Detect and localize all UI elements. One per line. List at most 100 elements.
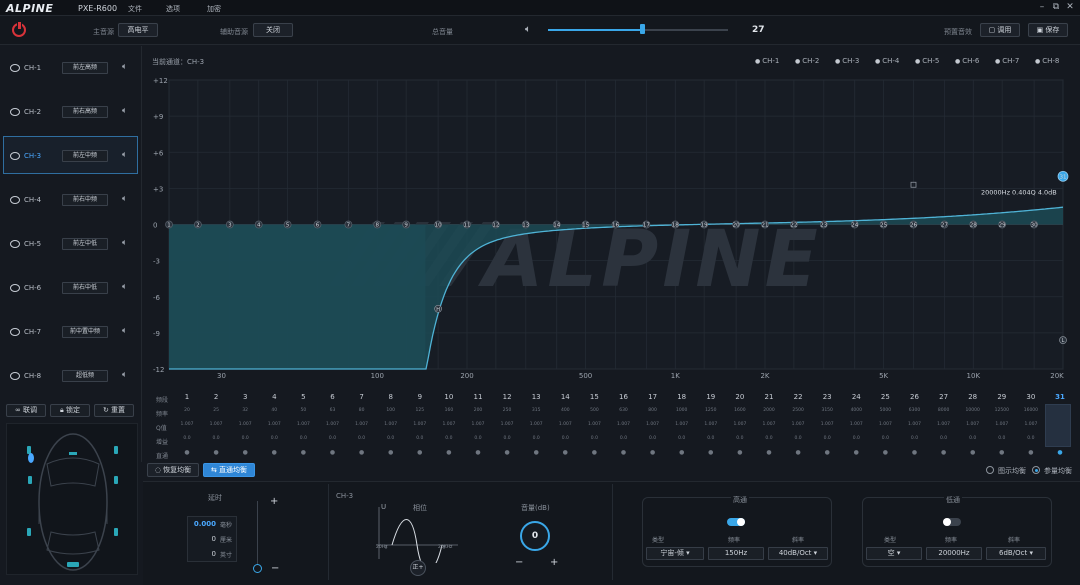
speaker-fl-woofer[interactable]	[28, 476, 32, 484]
band-q[interactable]: 1.007	[553, 422, 577, 427]
restore-icon[interactable]: ⧉	[1050, 2, 1062, 12]
gain-knob[interactable]: 0	[520, 521, 550, 551]
band-gain[interactable]: 0.0	[961, 436, 985, 441]
band-q[interactable]: 1.007	[524, 422, 548, 427]
load-preset-button[interactable]: ▢ 调用	[980, 23, 1020, 37]
band-q[interactable]: 1.007	[670, 422, 694, 427]
band-bypass-dot[interactable]: ●	[437, 449, 461, 456]
speaker-fl-mid[interactable]	[28, 453, 34, 463]
band-number[interactable]: 23	[815, 393, 839, 401]
band-gain[interactable]: 0.0	[408, 436, 432, 441]
highpass-toggle[interactable]	[727, 518, 745, 526]
channel-link-icon[interactable]	[10, 64, 20, 72]
band-frequency[interactable]: 160	[437, 408, 461, 413]
band-gain[interactable]: 0.0	[175, 436, 199, 441]
band-bypass-dot[interactable]: ●	[495, 449, 519, 456]
band-frequency[interactable]: 630	[612, 408, 636, 413]
aux-source-select[interactable]: 关闭	[253, 23, 293, 37]
band-number[interactable]: 2	[204, 393, 228, 401]
band-number[interactable]: 17	[641, 393, 665, 401]
band-gain[interactable]: 0.0	[582, 436, 606, 441]
band-bypass-dot[interactable]: ●	[1048, 449, 1072, 456]
band-frequency[interactable]: 40	[262, 408, 286, 413]
band-number[interactable]: 31	[1048, 393, 1072, 401]
minimize-icon[interactable]: –	[1036, 2, 1048, 12]
band-bypass-dot[interactable]: ●	[728, 449, 752, 456]
band-bypass-dot[interactable]: ●	[699, 449, 723, 456]
band-number[interactable]: 9	[408, 393, 432, 401]
channel-link-icon[interactable]	[10, 152, 20, 160]
channel-row-3[interactable]: CH-3 前左中频 🔈︎	[3, 136, 138, 174]
band-gain[interactable]: 0.0	[873, 436, 897, 441]
lowpass-toggle[interactable]	[943, 518, 961, 526]
band-frequency[interactable]: 6300	[903, 408, 927, 413]
band-gain[interactable]: 0.0	[699, 436, 723, 441]
band-bypass-dot[interactable]: ●	[408, 449, 432, 456]
speaker-mute-icon[interactable]: 🔈︎	[122, 62, 132, 72]
band-gain[interactable]: 0.0	[728, 436, 752, 441]
band-number[interactable]: 16	[612, 393, 636, 401]
band-frequency[interactable]: 500	[582, 408, 606, 413]
band-bypass-dot[interactable]: ●	[553, 449, 577, 456]
band-gain[interactable]: 0.0	[321, 436, 345, 441]
band-gain[interactable]: 0.0	[990, 436, 1014, 441]
band-number[interactable]: 20	[728, 393, 752, 401]
band-bypass-dot[interactable]: ●	[786, 449, 810, 456]
channel-assign-button[interactable]: 前右中低	[62, 282, 108, 294]
band-bypass-dot[interactable]: ●	[903, 449, 927, 456]
graphic-eq-radio[interactable]	[986, 466, 994, 474]
band-number[interactable]: 14	[553, 393, 577, 401]
direct-eq-button[interactable]: ⇆ 直通均衡	[203, 463, 255, 477]
band-gain[interactable]: 0.0	[786, 436, 810, 441]
eq-graph[interactable]: +12 +9 +6 +3 0 -3 -6 -9 -12 30 100 200 500 1K 2K 5K 10K 2…	[143, 72, 1080, 386]
delay-slider-knob[interactable]	[253, 564, 262, 573]
band-number[interactable]: 21	[757, 393, 781, 401]
band-frequency[interactable]: 10000	[961, 408, 985, 413]
band-bypass-dot[interactable]: ●	[379, 449, 403, 456]
close-icon[interactable]: ✕	[1064, 2, 1076, 12]
band-number[interactable]: 6	[321, 393, 345, 401]
band-number[interactable]: 18	[670, 393, 694, 401]
channel-link-icon[interactable]	[10, 240, 20, 248]
speaker-subwoofer[interactable]	[67, 562, 79, 567]
parametric-eq-radio[interactable]	[1032, 466, 1040, 474]
band-frequency[interactable]: 16000	[1019, 408, 1043, 413]
band-bypass-dot[interactable]: ●	[321, 449, 345, 456]
channel-link-icon[interactable]	[10, 108, 20, 116]
band-bypass-dot[interactable]: ●	[815, 449, 839, 456]
band-q[interactable]: 1.007	[728, 422, 752, 427]
delay-cm-value[interactable]: 0	[190, 535, 216, 543]
band-gain[interactable]: 0.0	[437, 436, 461, 441]
band-number[interactable]: 10	[437, 393, 461, 401]
band-gain[interactable]: 0.0	[553, 436, 577, 441]
link-button[interactable]: ∞ 联调	[6, 404, 46, 417]
band-gain[interactable]: 0.0	[903, 436, 927, 441]
band-q[interactable]: 1.007	[844, 422, 868, 427]
highpass-slope-select[interactable]: 40dB/Oct ▾	[768, 547, 828, 560]
band-q[interactable]: 1.007	[903, 422, 927, 427]
band-frequency[interactable]: 250	[495, 408, 519, 413]
band-bypass-dot[interactable]: ●	[524, 449, 548, 456]
band-q[interactable]: 1.007	[204, 422, 228, 427]
band-gain[interactable]: 0.0	[757, 436, 781, 441]
band-number[interactable]: 26	[903, 393, 927, 401]
band-number[interactable]: 22	[786, 393, 810, 401]
band-bypass-dot[interactable]: ●	[466, 449, 490, 456]
band-bypass-dot[interactable]: ●	[961, 449, 985, 456]
legend-item[interactable]: CH-8	[1035, 57, 1059, 65]
band-frequency[interactable]: 1250	[699, 408, 723, 413]
speaker-rl[interactable]	[27, 528, 31, 536]
band-bypass-dot[interactable]: ●	[204, 449, 228, 456]
speaker-mute-icon[interactable]: 🔈︎	[122, 150, 132, 160]
lowpass-type-select[interactable]: 空 ▾	[866, 547, 922, 560]
band-q[interactable]: 1.007	[932, 422, 956, 427]
band-frequency[interactable]: 2000	[757, 408, 781, 413]
band-frequency[interactable]: 1000	[670, 408, 694, 413]
menu-options[interactable]: 选项	[166, 4, 180, 14]
delay-slider-track[interactable]	[257, 501, 258, 567]
highpass-type-select[interactable]: 宁宙-倾 ▾	[646, 547, 704, 560]
band-number[interactable]: 4	[262, 393, 286, 401]
band-gain[interactable]: 0.0	[612, 436, 636, 441]
band-frequency[interactable]: 5000	[873, 408, 897, 413]
band-bypass-dot[interactable]: ●	[1019, 449, 1043, 456]
